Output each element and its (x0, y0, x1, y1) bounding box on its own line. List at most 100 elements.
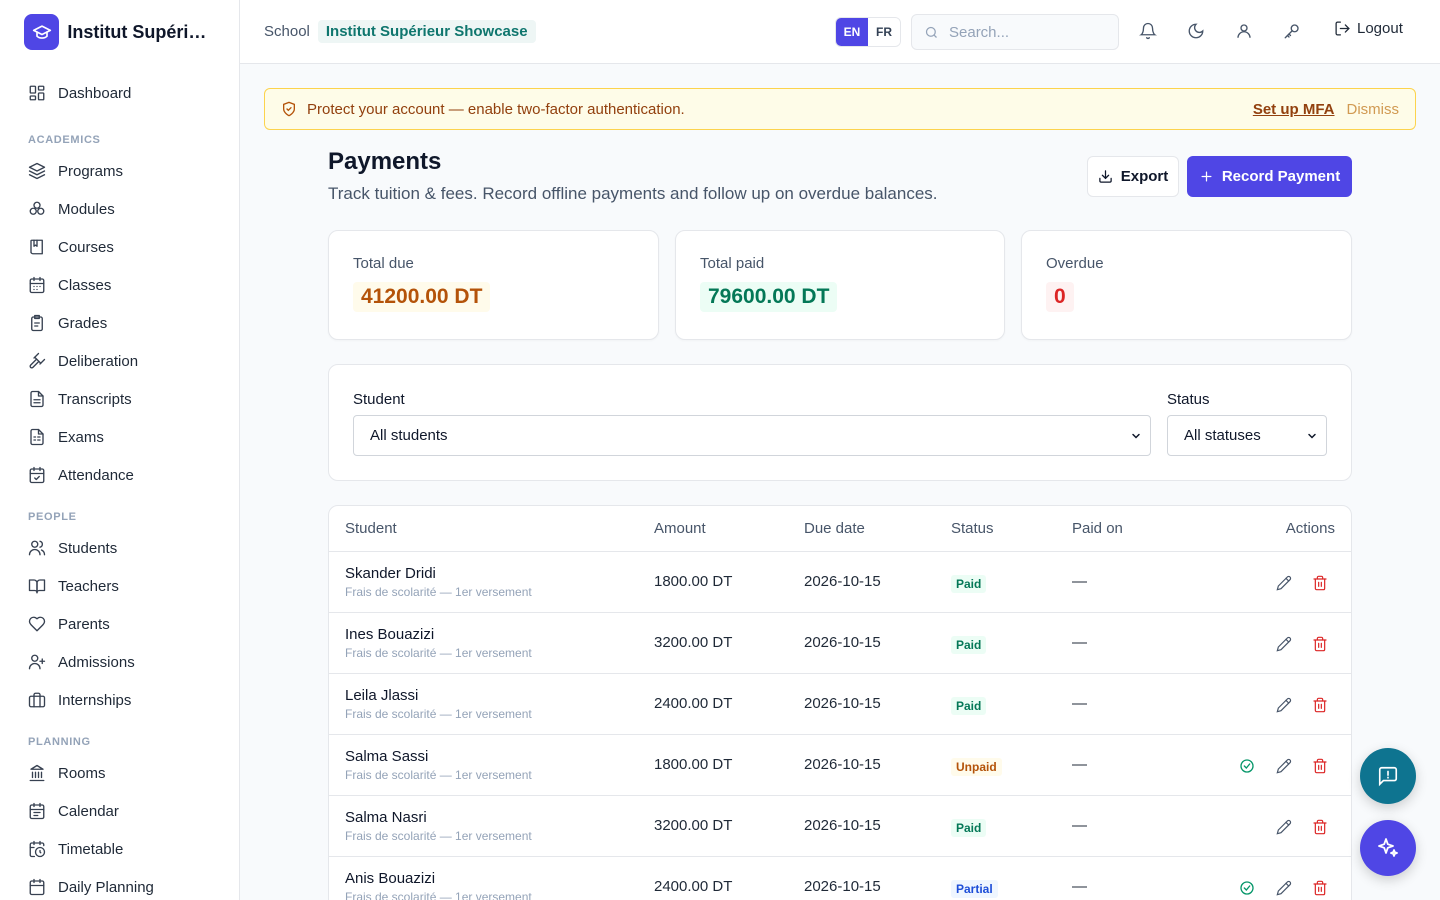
paid-on: — (1072, 573, 1087, 590)
edit-icon[interactable] (1276, 880, 1292, 896)
stat-label: Total paid (700, 255, 765, 272)
status-filter-select[interactable]: All statuses (1167, 415, 1327, 456)
search-box (911, 14, 1119, 50)
status-badge: Paid (951, 697, 987, 715)
sidebar-item-rooms[interactable]: Rooms (12, 754, 227, 792)
rooms-icon (28, 764, 46, 782)
sidebar: Institut Supérieur Showcase Dashboard Ac… (0, 0, 240, 900)
sidebar-item-programs[interactable]: Programs (12, 152, 227, 190)
status-filter-label: Status (1167, 391, 1210, 408)
trash-icon[interactable] (1312, 697, 1328, 713)
trash-icon[interactable] (1312, 575, 1328, 591)
status-badge: Paid (951, 636, 987, 654)
edit-icon[interactable] (1276, 697, 1292, 713)
user-icon[interactable] (1235, 22, 1255, 42)
search-input[interactable] (949, 23, 1099, 41)
sidebar-item-attendance[interactable]: Attendance (12, 456, 227, 494)
sidebar-item-daily-planning[interactable]: Daily Planning (12, 868, 227, 900)
sidebar-item-transcripts[interactable]: Transcripts (12, 380, 227, 418)
lang-fr-button[interactable]: FR (868, 18, 900, 46)
modules-icon (28, 200, 46, 218)
lang-en-button[interactable]: EN (836, 18, 868, 46)
table-header: Student Amount Due date Status Paid on A… (329, 506, 1351, 552)
feedback-button[interactable] (1360, 748, 1416, 804)
logout-label: Logout (1357, 20, 1403, 37)
sidebar-item-label: Timetable (58, 840, 124, 858)
payment-description: Frais de scolarité — 1er versement (345, 890, 532, 900)
status-badge: Partial (951, 880, 998, 898)
topbar: School Institut Supérieur Showcase EN FR… (240, 0, 1440, 64)
trash-icon[interactable] (1312, 758, 1328, 774)
logout-icon (1334, 20, 1351, 37)
student-name[interactable]: Skander Dridi (345, 565, 436, 582)
plus-icon (1199, 169, 1214, 184)
sidebar-item-teachers[interactable]: Teachers (12, 567, 227, 605)
edit-icon[interactable] (1276, 758, 1292, 774)
sidebar-item-modules[interactable]: Modules (12, 190, 227, 228)
ai-assistant-button[interactable] (1360, 820, 1416, 876)
dismiss-button[interactable]: Dismiss (1347, 101, 1400, 118)
trash-icon[interactable] (1312, 880, 1328, 896)
sidebar-item-parents[interactable]: Parents (12, 605, 227, 643)
sidebar-item-students[interactable]: Students (12, 529, 227, 567)
key-icon[interactable] (1283, 22, 1303, 42)
sidebar-item-dashboard[interactable]: Dashboard (12, 74, 227, 112)
sidebar-item-label: Rooms (58, 764, 106, 782)
chevron-down-icon (1306, 430, 1318, 442)
brand[interactable]: Institut Supérieur Showcase (0, 0, 239, 64)
sidebar-item-admissions[interactable]: Admissions (12, 643, 227, 681)
student-filter-select[interactable]: All students (353, 415, 1151, 456)
setup-mfa-link[interactable]: Set up MFA (1253, 101, 1335, 118)
student-name[interactable]: Anis Bouazizi (345, 870, 435, 887)
table-row: Salma Sassi Frais de scolarité — 1er ver… (329, 735, 1351, 796)
status-badge: Paid (951, 819, 987, 837)
payment-description: Frais de scolarité — 1er versement (345, 585, 532, 599)
col-paid-on: Paid on (1072, 520, 1123, 537)
edit-icon[interactable] (1276, 575, 1292, 591)
sidebar-nav: Dashboard Academics Programs Modules Course… (0, 64, 239, 900)
sidebar-item-label: Exams (58, 428, 104, 446)
sidebar-item-grades[interactable]: Grades (12, 304, 227, 342)
export-button[interactable]: Export (1087, 156, 1179, 197)
logout-button[interactable]: Logout (1334, 20, 1403, 37)
record-payment-button[interactable]: Record Payment (1187, 156, 1352, 197)
student-name[interactable]: Salma Nasri (345, 809, 427, 826)
classes-icon (28, 276, 46, 294)
trash-icon[interactable] (1312, 636, 1328, 652)
stat-value-total-paid: 79600.00 DT (700, 282, 838, 312)
sidebar-item-exams[interactable]: Exams (12, 418, 227, 456)
status-badge: Paid (951, 575, 987, 593)
sidebar-item-classes[interactable]: Classes (12, 266, 227, 304)
edit-icon[interactable] (1276, 819, 1292, 835)
sidebar-item-label: Admissions (58, 653, 135, 671)
sidebar-item-internships[interactable]: Internships (12, 681, 227, 719)
sidebar-item-deliberation[interactable]: Deliberation (12, 342, 227, 380)
mark-paid-icon[interactable] (1239, 880, 1255, 896)
sidebar-item-label: Teachers (58, 577, 119, 595)
edit-icon[interactable] (1276, 636, 1292, 652)
trash-icon[interactable] (1312, 819, 1328, 835)
student-name[interactable]: Leila Jlassi (345, 687, 418, 704)
payment-description: Frais de scolarité — 1er versement (345, 646, 532, 660)
sidebar-item-courses[interactable]: Courses (12, 228, 227, 266)
moon-icon[interactable] (1187, 22, 1207, 42)
sidebar-item-label: Daily Planning (58, 878, 154, 896)
language-switcher: EN FR (835, 17, 901, 47)
stat-card-total-due: Total due 41200.00 DT (328, 230, 659, 340)
bell-icon[interactable] (1139, 22, 1159, 42)
sidebar-item-label: Calendar (58, 802, 119, 820)
student-name[interactable]: Salma Sassi (345, 748, 428, 765)
exams-icon (28, 428, 46, 446)
sidebar-item-calendar[interactable]: Calendar (12, 792, 227, 830)
stat-card-overdue: Overdue 0 (1021, 230, 1352, 340)
mark-paid-icon[interactable] (1239, 758, 1255, 774)
student-name[interactable]: Ines Bouazizi (345, 626, 434, 643)
stat-label: Total due (353, 255, 414, 272)
breadcrumb-school-name[interactable]: Institut Supérieur Showcase (317, 20, 536, 43)
table-row: Leila Jlassi Frais de scolarité — 1er ve… (329, 674, 1351, 735)
internships-icon (28, 691, 46, 709)
chevron-down-icon (1130, 430, 1142, 442)
due-date: 2026-10-15 (804, 756, 881, 773)
status-filter-value: All statuses (1184, 427, 1261, 444)
sidebar-item-timetable[interactable]: Timetable (12, 830, 227, 868)
